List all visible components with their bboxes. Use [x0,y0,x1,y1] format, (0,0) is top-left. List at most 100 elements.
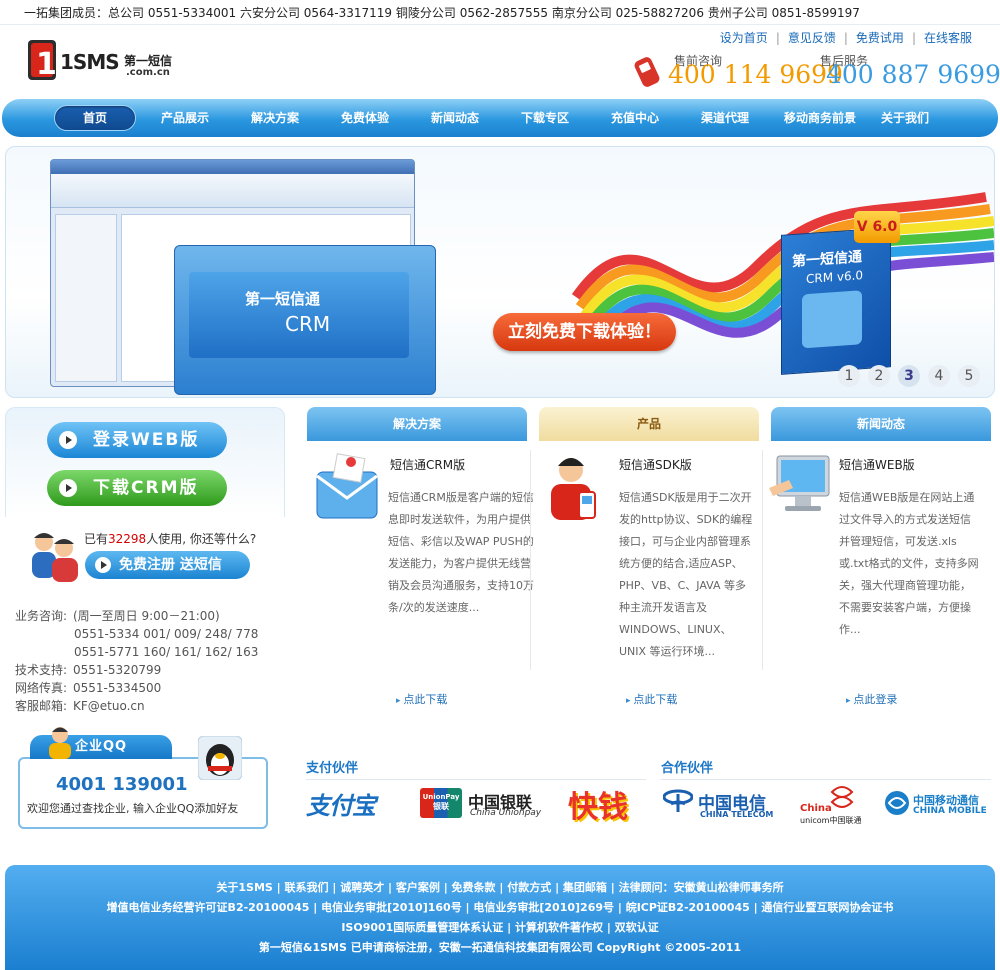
pager-2[interactable]: 2 [868,365,890,387]
nav-recharge[interactable]: 充值中心 [600,109,670,126]
web-login-link[interactable]: 点此登录 [846,691,897,707]
top-bar: 一拓集团成员：总公司 0551-5334001 六安分公司 0564-33171… [0,0,1000,24]
login-panel: 登录WEB版 下载CRM版 [5,407,285,517]
crm-window-title: 第一短信通 [245,290,321,308]
unionpay-badge[interactable]: UnionPay 银联 [420,788,462,818]
nav-about[interactable]: 关于我们 [870,109,940,126]
logo-domain: .com.cn [126,67,170,78]
biz-hours: (周一至周日 9:00－21:00) [73,609,220,623]
service-agent-icon [49,727,71,759]
products-header[interactable]: 产品 [539,407,759,441]
qq-description: 欢迎您通过查找企业, 输入企业QQ添加好友 [27,802,239,815]
biz-line-1: 0551-5334 001/ 009/ 248/ 778 [74,627,259,641]
nav-news[interactable]: 新闻动态 [420,109,490,126]
china-mobile-en: CHINA MOBILE [913,806,987,816]
download-crm-label: 下载CRM版 [93,478,199,498]
service-email[interactable]: KF@etuo.cn [73,699,145,713]
qq-number[interactable]: 4001 139001 [56,774,188,795]
main-nav: 首页 产品展示 解决方案 免费体验 新闻动态 下载专区 充值中心 渠道代理 移动… [2,99,998,137]
users-icon [32,533,78,582]
mail-label: 客服邮箱: [15,699,68,713]
crm-window: 第一短信通 CRM [174,245,436,395]
register-label: 免费注册 送短信 [119,557,222,573]
sdk-title[interactable]: 短信通SDK版 [619,456,692,473]
unionpay-en: China Unionpay [470,808,542,818]
crm-download-link[interactable]: 点此下载 [396,691,447,707]
envelope-icon [316,453,378,519]
nav-free-trial[interactable]: 免费体验 [330,109,400,126]
login-web-button[interactable]: 登录WEB版 [47,422,227,458]
nav-solutions[interactable]: 解决方案 [240,109,310,126]
sdk-description: 短信通SDK版是用于二次开发的http协议、SDK的编程接口，可与企业内部管理系… [619,491,753,658]
contact-info: 业务咨询: (周一至周日 9:00－21:00) 0551-5334 001/ 0… [15,607,258,715]
users-count-text: 已有32298人使用, 你还等什么? [84,530,256,547]
top-divider [0,24,1000,25]
hero-banner[interactable]: 第一短信通 CRM 第一短信通 CRM v6.0 V 6.0 立刻免费下载体验！… [5,146,995,398]
set-homepage-link[interactable]: 设为首页 [712,31,776,45]
register-button[interactable]: 免费注册 送短信 [85,551,250,579]
fax-label: 网络传真: [15,681,68,695]
crm-description: 短信通CRM版是客户端的短信息即时发送软件，为用户提供短信、彩信以及WAP PU… [388,491,534,614]
web-title[interactable]: 短信通WEB版 [839,456,915,473]
kuaiqian-logo[interactable]: 快钱 [568,782,628,826]
product-box-title: 第一短信通 [792,249,862,271]
crm-title[interactable]: 短信通CRM版 [390,456,465,473]
pager-4[interactable]: 4 [928,365,950,387]
play-icon [59,479,77,497]
online-service-link[interactable]: 在线客服 [916,31,980,45]
group-members-text: 一拓集团成员：总公司 0551-5334001 六安分公司 0564-33171… [24,6,860,20]
banner-pager: 12345 [830,365,980,387]
footer: 关于1SMS | 联系我们 | 诚聘英才 | 客户案例 | 免费条款 | 付款方… [5,865,995,970]
pager-5[interactable]: 5 [958,365,980,387]
footer-links[interactable]: 关于1SMS | 联系我们 | 诚聘英才 | 客户案例 | 免费条款 | 付款方… [5,879,995,895]
tech-phone: 0551-5320799 [73,663,162,677]
users-count: 32298 [108,532,147,546]
biz-line-2: 0551-5771 160/ 161/ 162/ 163 [74,645,259,659]
pager-3[interactable]: 3 [898,365,920,387]
users-suffix: 人使用, 你还等什么? [146,532,257,546]
china-telecom-icon [663,789,693,812]
play-icon [59,431,77,449]
nav-mobile-business[interactable]: 移动商务前景 [772,109,868,126]
header-links: 设为首页 | 意见反馈 | 免费试用 | 在线客服 [712,29,980,46]
pager-1[interactable]: 1 [838,365,860,387]
sdk-download-link[interactable]: 点此下载 [626,691,677,707]
envelope-icon [802,290,862,349]
china-unicom-icon [830,786,854,808]
solutions-header[interactable]: 解决方案 [307,407,527,441]
crm-window-sub: CRM [285,312,331,336]
unionpay-badge-text: UnionPay [422,793,460,801]
version-badge: V 6.0 [854,211,900,243]
china-mobile-icon [885,791,909,815]
footer-certifications: ISO9001国际质量管理体系认证 | 计算机软件著作权 | 双软认证 [341,921,659,934]
tech-label: 技术支持: [15,663,68,677]
free-trial-link[interactable]: 免费试用 [848,31,912,45]
nav-agents[interactable]: 渠道代理 [690,109,760,126]
logo[interactable]: 1 1SMS 第一短信 .com.cn [28,38,188,86]
feedback-link[interactable]: 意见反馈 [780,31,844,45]
cooperation-partners-label: 合作伙伴 [661,761,714,776]
nav-downloads[interactable]: 下载专区 [510,109,580,126]
web-description: 短信通WEB版是在网站上通过文件导入的方式发送短信并管理短信，可发送.xls或.… [839,491,979,636]
nav-products[interactable]: 产品展示 [150,109,220,126]
payment-partners-label: 支付伙伴 [306,761,359,776]
china-unicom-top[interactable]: China [800,803,832,814]
qq-penguin-icon[interactable] [198,736,242,780]
phone-icon [634,57,660,87]
aftersale-number: 400 887 9699 [826,60,1000,89]
column-divider [530,450,531,670]
biz-label: 业务咨询: [15,609,68,623]
nav-home[interactable]: 首页 [54,105,136,131]
alipay-logo[interactable]: 支付宝 [306,786,376,821]
logo-text: 1SMS [60,50,120,74]
china-telecom-en: CHINA TELECOM [700,810,774,819]
product-box: 第一短信通 CRM v6.0 [781,227,891,375]
free-download-button[interactable]: 立刻免费下载体验！ [493,313,676,351]
news-header[interactable]: 新闻动态 [771,407,991,441]
play-icon [95,557,111,573]
footer-copyright: 第一短信&1SMS 已申请商标注册，安徽一拓通信科技集团有限公司 CopyRig… [258,941,742,954]
download-crm-button[interactable]: 下载CRM版 [47,470,227,506]
fax-number: 0551-5334500 [73,681,162,695]
partners-divider [306,779,646,780]
svg-text:1: 1 [36,47,57,82]
